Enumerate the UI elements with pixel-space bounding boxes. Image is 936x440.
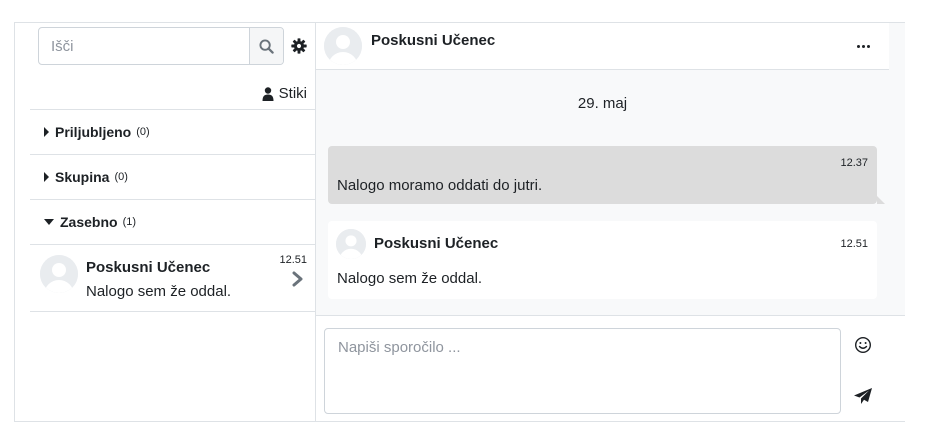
received-message: Poskusni Učenec 12.51 Nalogo sem že odda… (328, 221, 877, 299)
date-separator: 29. maj (577, 95, 628, 112)
conversation-list-panel: Stiki Priljubljeno (0) Skupina (0) Zaseb… (15, 23, 316, 421)
section-label: Priljubljeno (55, 123, 132, 140)
avatar (40, 255, 78, 293)
compose-footer (316, 315, 905, 421)
section-group[interactable]: Skupina (0) (30, 154, 315, 198)
section-count: (1) (122, 215, 137, 228)
conversation-item[interactable]: Poskusni Učenec Nalogo sem že oddal. 12.… (30, 244, 315, 312)
section-count: (0) (114, 170, 128, 183)
avatar (336, 229, 366, 259)
message-input[interactable] (324, 328, 841, 414)
caret-down-icon (44, 218, 54, 225)
conversation-name: Poskusni Učenec (86, 259, 211, 276)
conversation-time: 12.51 (279, 254, 307, 266)
ellipsis-icon[interactable] (853, 39, 873, 53)
caret-right-icon (44, 126, 49, 137)
search-box (38, 27, 284, 65)
section-label: Skupina (55, 168, 110, 185)
section-starred[interactable]: Priljubljeno (0) (30, 109, 315, 153)
contacts-label: Stiki (278, 85, 307, 102)
search-button[interactable] (249, 28, 283, 64)
emoji-icon[interactable] (854, 336, 872, 354)
search-input[interactable] (39, 28, 250, 64)
user-avatar-icon (40, 255, 78, 293)
chevron-right-icon (292, 271, 303, 287)
user-avatar-icon (324, 27, 362, 65)
conversation-panel: Poskusni Učenec 29. maj 12.37 Nalogo mor… (316, 23, 905, 421)
gear-icon[interactable] (290, 37, 308, 55)
user-avatar-icon (336, 229, 366, 259)
message-time: 12.51 (840, 238, 868, 250)
conversation-last-message: Nalogo sem že oddal. (86, 283, 232, 300)
conversation-header: Poskusni Učenec (316, 23, 889, 70)
sent-message: 12.37 Nalogo moramo oddati do jutri. (328, 146, 885, 204)
user-icon (262, 86, 274, 101)
contacts-link[interactable]: Stiki (262, 85, 307, 102)
header-user-name[interactable]: Poskusni Učenec (371, 32, 495, 49)
caret-right-icon (44, 171, 49, 182)
search-icon (259, 38, 274, 54)
message-text: Nalogo sem že oddal. (337, 270, 483, 287)
messaging-drawer: Stiki Priljubljeno (0) Skupina (0) Zaseb… (14, 22, 905, 422)
avatar[interactable] (324, 27, 362, 65)
section-count: (0) (136, 125, 150, 138)
message-sender-name: Poskusni Učenec (374, 235, 499, 252)
send-icon[interactable] (853, 387, 873, 405)
message-time: 12.37 (840, 157, 868, 169)
section-label: Zasebno (60, 213, 118, 230)
message-text: Nalogo moramo oddati do jutri. (337, 177, 543, 194)
section-private[interactable]: Zasebno (1) (30, 199, 315, 243)
